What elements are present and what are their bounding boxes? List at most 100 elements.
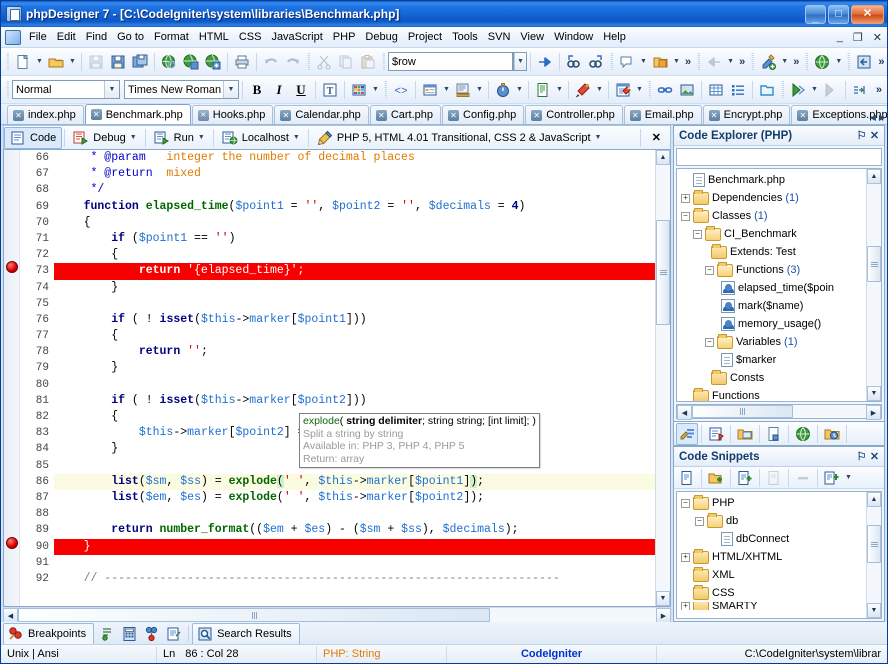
menu-item-find[interactable]: Find <box>81 29 112 45</box>
bottom-tab-breakpoints[interactable]: Breakpoints <box>3 623 94 644</box>
menu-item-goto[interactable]: Go to <box>112 29 149 45</box>
close-tab-icon[interactable]: ✕ <box>709 110 720 121</box>
script-wizard-icon[interactable] <box>612 79 634 101</box>
toolbar-grip-5[interactable] <box>697 53 700 71</box>
close-tab-icon[interactable]: ✕ <box>376 110 387 121</box>
debug-button[interactable]: Debug ▼ <box>67 127 142 149</box>
bottom-tab-search-results[interactable]: Search Results <box>192 623 300 644</box>
image-icon[interactable] <box>676 79 698 101</box>
add-web-icon[interactable] <box>202 51 224 73</box>
close-tab-icon[interactable]: ✕ <box>630 110 641 121</box>
redo-icon[interactable] <box>282 51 304 73</box>
toolbar-grip-8[interactable] <box>847 53 850 71</box>
template-icon[interactable] <box>532 79 554 101</box>
insert-snippet-dropdown[interactable]: ▼ <box>843 467 854 489</box>
timer-dropdown[interactable]: ▼ <box>514 79 525 101</box>
file-tab-benchmark-php[interactable]: ✕Benchmark.php <box>85 104 191 124</box>
scroll-down-button[interactable]: ▼ <box>867 603 881 618</box>
css-wizard-icon[interactable] <box>572 79 594 101</box>
toolbar-overflow-5[interactable]: » <box>873 84 885 96</box>
output-icon[interactable] <box>163 623 185 645</box>
menu-item-svn[interactable]: SVN <box>483 29 516 45</box>
editor-gutter[interactable] <box>4 150 20 606</box>
collapse-minus-icon[interactable]: − <box>695 517 704 526</box>
save-all-icon[interactable] <box>129 51 151 73</box>
format-toolbar-grip-3[interactable] <box>648 81 651 99</box>
toolbar-overflow-2[interactable]: » <box>736 56 748 68</box>
copy-icon[interactable] <box>335 51 357 73</box>
indent-icon[interactable] <box>849 79 871 101</box>
project-icon[interactable] <box>734 423 756 445</box>
expand-plus-icon[interactable]: + <box>681 194 690 203</box>
scroll-left-button[interactable]: ◀ <box>3 608 18 623</box>
tag-icon[interactable]: <> <box>390 79 412 101</box>
save-as-icon[interactable] <box>107 51 129 73</box>
scroll-right-button[interactable]: ▶ <box>656 608 671 623</box>
snippet-node-dbconnect[interactable]: dbConnect <box>679 530 866 548</box>
highlight-dropdown[interactable]: ▼ <box>779 51 790 73</box>
explorer-scroll-thumb[interactable] <box>867 246 881 282</box>
tree-node-mark[interactable]: mark($name) <box>679 297 866 315</box>
explorer-hscroll-thumb[interactable] <box>692 405 793 418</box>
search-history-dropdown[interactable]: ▼ <box>513 52 527 71</box>
navigate-back-dropdown[interactable]: ▼ <box>725 51 736 73</box>
editor-scroll-track[interactable] <box>656 165 670 591</box>
mdi-minimize-button[interactable]: _ <box>832 31 848 43</box>
debug-step-icon[interactable] <box>820 79 842 101</box>
snippet-node-xml[interactable]: XML <box>679 566 866 584</box>
file-tab-email-php[interactable]: ✕Email.php <box>624 105 702 124</box>
breakpoint-marker-73[interactable] <box>6 261 18 273</box>
save-icon[interactable] <box>85 51 107 73</box>
file-info-icon[interactable] <box>763 423 785 445</box>
file-tab-cart-php[interactable]: ✕Cart.php <box>370 105 441 124</box>
toolbar-grip-2[interactable] <box>307 53 310 71</box>
close-tab-icon[interactable]: ✕ <box>13 110 24 121</box>
run-button[interactable]: Run ▼ <box>148 127 211 149</box>
comment-block-icon[interactable] <box>616 51 638 73</box>
toolbar-overflow-3[interactable]: » <box>790 56 802 68</box>
bookmark-dropdown[interactable]: ▼ <box>671 51 682 73</box>
file-tab-hooks-php[interactable]: ✕Hooks.php <box>192 105 274 124</box>
find-next-icon[interactable] <box>585 51 607 73</box>
format-toolbar-grip-4[interactable] <box>781 81 784 99</box>
code-explorer-filter-input[interactable] <box>676 148 882 166</box>
form-dropdown[interactable]: ▼ <box>441 79 452 101</box>
table-icon[interactable] <box>705 79 727 101</box>
doctype-selector-button[interactable]: PHP 5, HTML 4.01 Transitional, CSS 2 & J… <box>311 127 608 149</box>
scroll-right-button[interactable]: ▶ <box>866 405 881 420</box>
code-explorer-tree[interactable]: Benchmark.php + Dependencies (1) − Class… <box>676 168 882 402</box>
close-document-button[interactable]: ✕ <box>643 127 670 149</box>
code-explorer-horizontal-scrollbar[interactable]: ◀ ▶ <box>676 404 882 419</box>
bold-button[interactable]: B <box>246 79 268 101</box>
mdi-restore-button[interactable]: ❐ <box>848 31 868 44</box>
edit-snippet-icon[interactable] <box>763 467 785 489</box>
toolbar-grip-3[interactable] <box>382 53 385 71</box>
collapse-minus-icon[interactable]: − <box>681 212 690 221</box>
open-folder-icon[interactable] <box>45 51 67 73</box>
save-web-icon[interactable] <box>180 51 202 73</box>
view-mode-code-button[interactable]: Code <box>4 127 62 149</box>
tree-node-extends-test[interactable]: Extends: Test <box>679 243 866 261</box>
paragraph-style-select[interactable]: Normal ▼ <box>12 80 120 99</box>
italic-button[interactable]: I <box>268 79 290 101</box>
open-file-dropdown[interactable]: ▼ <box>67 51 78 73</box>
add-snippet-icon[interactable] <box>734 467 756 489</box>
expand-plus-icon[interactable]: + <box>681 602 690 610</box>
expand-plus-icon[interactable]: + <box>681 553 690 562</box>
code-explorer-vertical-scrollbar[interactable]: ▲ ▼ <box>866 169 881 401</box>
toolbar-overflow-1[interactable]: » <box>682 56 694 68</box>
font-family-select[interactable]: Times New Roman ▼ <box>124 80 239 99</box>
snippet-node-php[interactable]: − PHP <box>679 494 866 512</box>
tree-node-marker-var[interactable]: $marker <box>679 351 866 369</box>
link-icon[interactable] <box>654 79 676 101</box>
server-selector-button[interactable]: Localhost ▼ <box>216 127 306 149</box>
browser-dropdown[interactable]: ▼ <box>833 51 844 73</box>
scroll-up-button[interactable]: ▲ <box>867 492 881 507</box>
run-script-icon[interactable] <box>787 79 809 101</box>
close-icon[interactable]: ✕ <box>868 129 881 142</box>
ruler-dropdown[interactable]: ▼ <box>474 79 485 101</box>
editor-vertical-scrollbar[interactable]: ▲ ▼ <box>655 150 670 606</box>
timer-icon[interactable] <box>492 79 514 101</box>
tab-scroll-left-icon[interactable]: ◀ <box>870 113 876 122</box>
file-tab-encrypt-php[interactable]: ✕Encrypt.php <box>703 105 791 124</box>
